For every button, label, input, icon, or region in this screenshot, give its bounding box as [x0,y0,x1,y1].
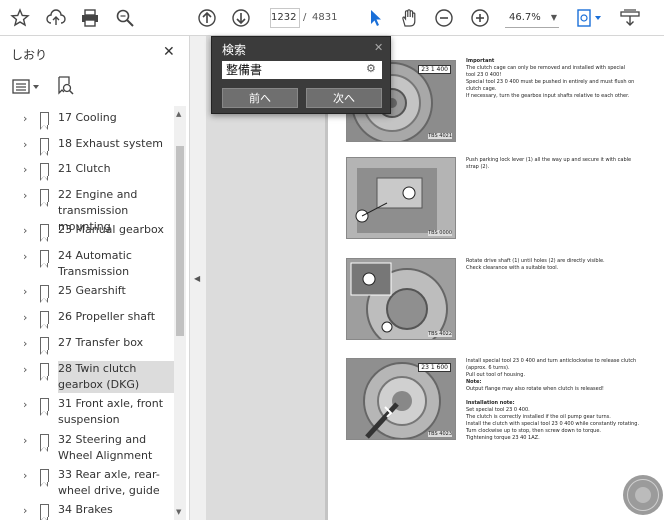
upload-icon[interactable] [44,6,68,30]
chevron-right-icon[interactable]: › [23,337,27,350]
figure-tag: 23 1 400 [418,65,451,74]
scroll-down-icon[interactable]: ▼ [176,508,181,516]
scroll-up-icon[interactable]: ▲ [176,110,181,118]
close-icon[interactable]: ✕ [374,41,383,54]
figure-image: TBS 0000 [346,157,456,239]
chevron-right-icon[interactable]: › [23,434,27,447]
page-number-input[interactable]: 1232 [270,8,300,28]
bookmark-icon [39,504,49,520]
bookmarks-panel: しおり ✕ › 17 Cooling › 18 Exhaust system › 21… [0,36,190,520]
bookmark-tools [0,74,190,104]
text-block: Important The clutch cage can only be re… [466,58,635,99]
chevron-right-icon[interactable]: › [23,138,27,151]
figure-code: TBS 4022 [428,331,452,337]
chevron-right-icon[interactable]: › [23,224,27,237]
figure-code: TBS 4023 [428,431,452,437]
page-total: 4831 [312,12,338,23]
close-icon[interactable]: ✕ [163,44,175,60]
arrow-up-icon[interactable] [195,6,219,30]
find-next-button[interactable]: 次へ [306,88,382,108]
figure-code: TBS 0000 [428,230,452,236]
chevron-right-icon[interactable]: › [23,250,27,263]
collapse-panel-icon[interactable]: ◀ [194,274,200,283]
chevron-down-icon: ▼ [550,13,557,22]
chevron-right-icon[interactable]: › [23,504,27,517]
scrollbar-thumb[interactable] [176,146,184,336]
chevron-right-icon[interactable]: › [23,285,27,298]
bookmark-icon [39,398,49,416]
figure-tag: 23 1 600 [418,363,451,372]
page-view-icon[interactable] [574,6,604,30]
chevron-right-icon[interactable]: › [23,469,27,482]
panel-collapse-gutter[interactable]: ◀ [190,36,206,520]
figure-image: TBS 4022 [346,258,456,340]
chevron-right-icon[interactable]: › [23,189,27,202]
gear-icon[interactable]: ⚙ [366,62,376,75]
zoom-value: 46.7% [509,12,541,23]
arrow-down-icon[interactable] [229,6,253,30]
bookmark-icon [39,469,49,487]
find-dialog: 検索 ✕ 整備書 ⚙ 前へ 次へ [211,36,391,114]
print-icon[interactable] [78,6,102,30]
find-prev-button[interactable]: 前へ [222,88,298,108]
bookmark-icon [39,363,49,381]
sidebar-scrollbar[interactable]: ▲ ▼ [174,106,186,520]
panel-title: しおり [11,48,48,62]
zoom-search-icon[interactable] [113,6,137,30]
page-separator: / [303,12,307,23]
chevron-right-icon[interactable]: › [23,163,27,176]
hand-icon[interactable] [397,6,421,30]
chevron-right-icon[interactable]: › [23,363,27,376]
chevron-right-icon[interactable]: › [23,398,27,411]
chevron-right-icon[interactable]: › [23,112,27,125]
download-tray-icon[interactable] [617,6,643,30]
bookmark-search-icon[interactable] [56,76,74,99]
text-block: Rotate drive shaft (1) until holes (2) a… [466,258,605,271]
bookmark-icon [39,138,49,156]
bookmark-icon [39,311,49,329]
bookmark-icon [39,163,49,181]
find-title: 検索 [222,43,247,57]
bookmark-icon [39,434,49,452]
bookmark-icon [39,285,49,303]
bookmark-list: › 17 Cooling › 18 Exhaust system › 21 Clutc… [0,106,174,520]
text-block: Install special tool 23 0 400 and turn a… [466,358,640,441]
page-navigation-knob[interactable] [623,475,663,515]
zoom-in-icon[interactable] [468,6,492,30]
bookmark-icon [39,189,49,207]
bookmark-icon [39,250,49,268]
zoom-out-icon[interactable] [432,6,456,30]
bookmark-icon [39,224,49,242]
bookmark-icon [39,112,49,130]
star-icon[interactable] [8,6,32,30]
bookmark-icon [39,337,49,355]
find-input[interactable]: 整備書 [222,61,382,79]
zoom-select[interactable]: 46.7% ▼ [505,8,559,28]
cursor-icon[interactable] [363,6,387,30]
toolbar: 1232 / 4831 46.7% ▼ [0,0,664,36]
options-menu-icon[interactable] [12,78,40,99]
figure-code: TBS 4021 [428,133,452,139]
text-block: Push parking lock lever (1) all the way … [466,157,632,170]
figure-image: 23 1 600 TBS 4023 [346,358,456,440]
chevron-right-icon[interactable]: › [23,311,27,324]
